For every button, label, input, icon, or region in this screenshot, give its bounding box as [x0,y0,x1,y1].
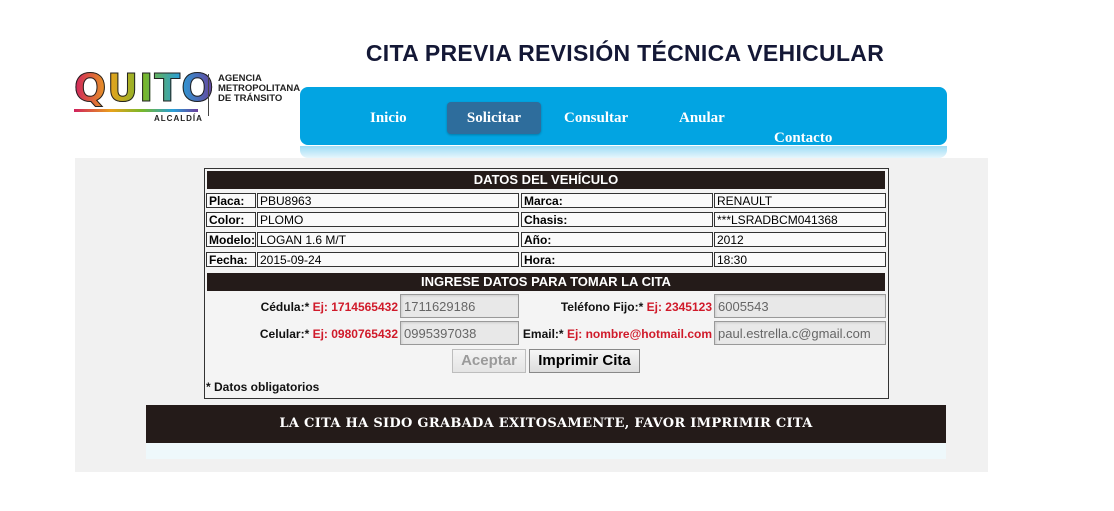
accept-button[interactable]: Aceptar [452,349,526,373]
email-label: Email:* Ej: nombre@hotmail.com [522,327,712,341]
telefono-example: Ej: 2345123 [646,300,712,314]
date-label: Fecha: [206,252,256,267]
print-appointment-button[interactable]: Imprimir Cita [529,349,640,373]
color-value: PLOMO [257,212,519,227]
plate-value: PBU8963 [257,193,519,208]
year-value: 2012 [714,232,886,247]
email-example: Ej: nombre@hotmail.com [566,327,712,341]
brand-value: RENAULT [714,193,886,208]
color-label: Color: [206,212,256,227]
nav-consultar[interactable]: Consultar [564,110,628,127]
logo-color-bar [74,109,198,112]
success-message-underline [146,443,946,459]
nav-solicitar[interactable]: Solicitar [447,102,541,134]
model-label: Modelo: [206,232,256,247]
plate-label: Placa: [206,193,256,208]
brand-label: Marca: [521,193,713,208]
nav-anular[interactable]: Anular [679,110,725,127]
required-fields-note: * Datos obligatorios [206,380,320,394]
agency-name: AGENCIA METROPOLITANA DE TRÁNSITO [218,73,301,104]
time-value: 18:30 [714,252,886,267]
cedula-example: Ej: 1714565432 [312,300,398,314]
chassis-value: ***LSRADBCM041368 [714,212,886,227]
celular-example: Ej: 0980765432 [312,327,398,341]
cedula-label: Cédula:* Ej: 1714565432 [260,300,398,314]
logo-wordmark: QUITO [74,66,215,111]
cedula-input[interactable] [400,294,519,318]
vehicle-section-heading: DATOS DEL VEHÍCULO [207,171,885,189]
telefono-label: Teléfono Fijo:* Ej: 2345123 [560,300,712,314]
appointment-section-heading: INGRESE DATOS PARA TOMAR LA CITA [207,273,885,291]
time-label: Hora: [521,252,713,267]
logo-divider [208,74,209,116]
chassis-label: Chasis: [521,212,713,227]
page-title: CITA PREVIA REVISIÓN TÉCNICA VEHICULAR [365,40,885,66]
celular-label: Celular:* Ej: 0980765432 [259,327,398,341]
year-label: Año: [521,232,713,247]
nav-contacto[interactable]: Contacto [774,130,832,147]
logo-subtitle: ALCALDÍA [154,114,203,123]
model-value: LOGAN 1.6 M/T [257,232,519,247]
date-value: 2015-09-24 [257,252,519,267]
email-input[interactable] [714,321,886,345]
telefono-input[interactable] [714,294,886,318]
nav-reflection [300,146,947,158]
nav-inicio[interactable]: Inicio [370,110,407,127]
celular-input[interactable] [400,321,519,345]
success-message: LA CITA HA SIDO GRABADA EXITOSAMENTE, FA… [146,405,946,443]
quito-logo: QUITO ALCALDÍA AGENCIA METROPOLITANA DE … [74,66,304,130]
